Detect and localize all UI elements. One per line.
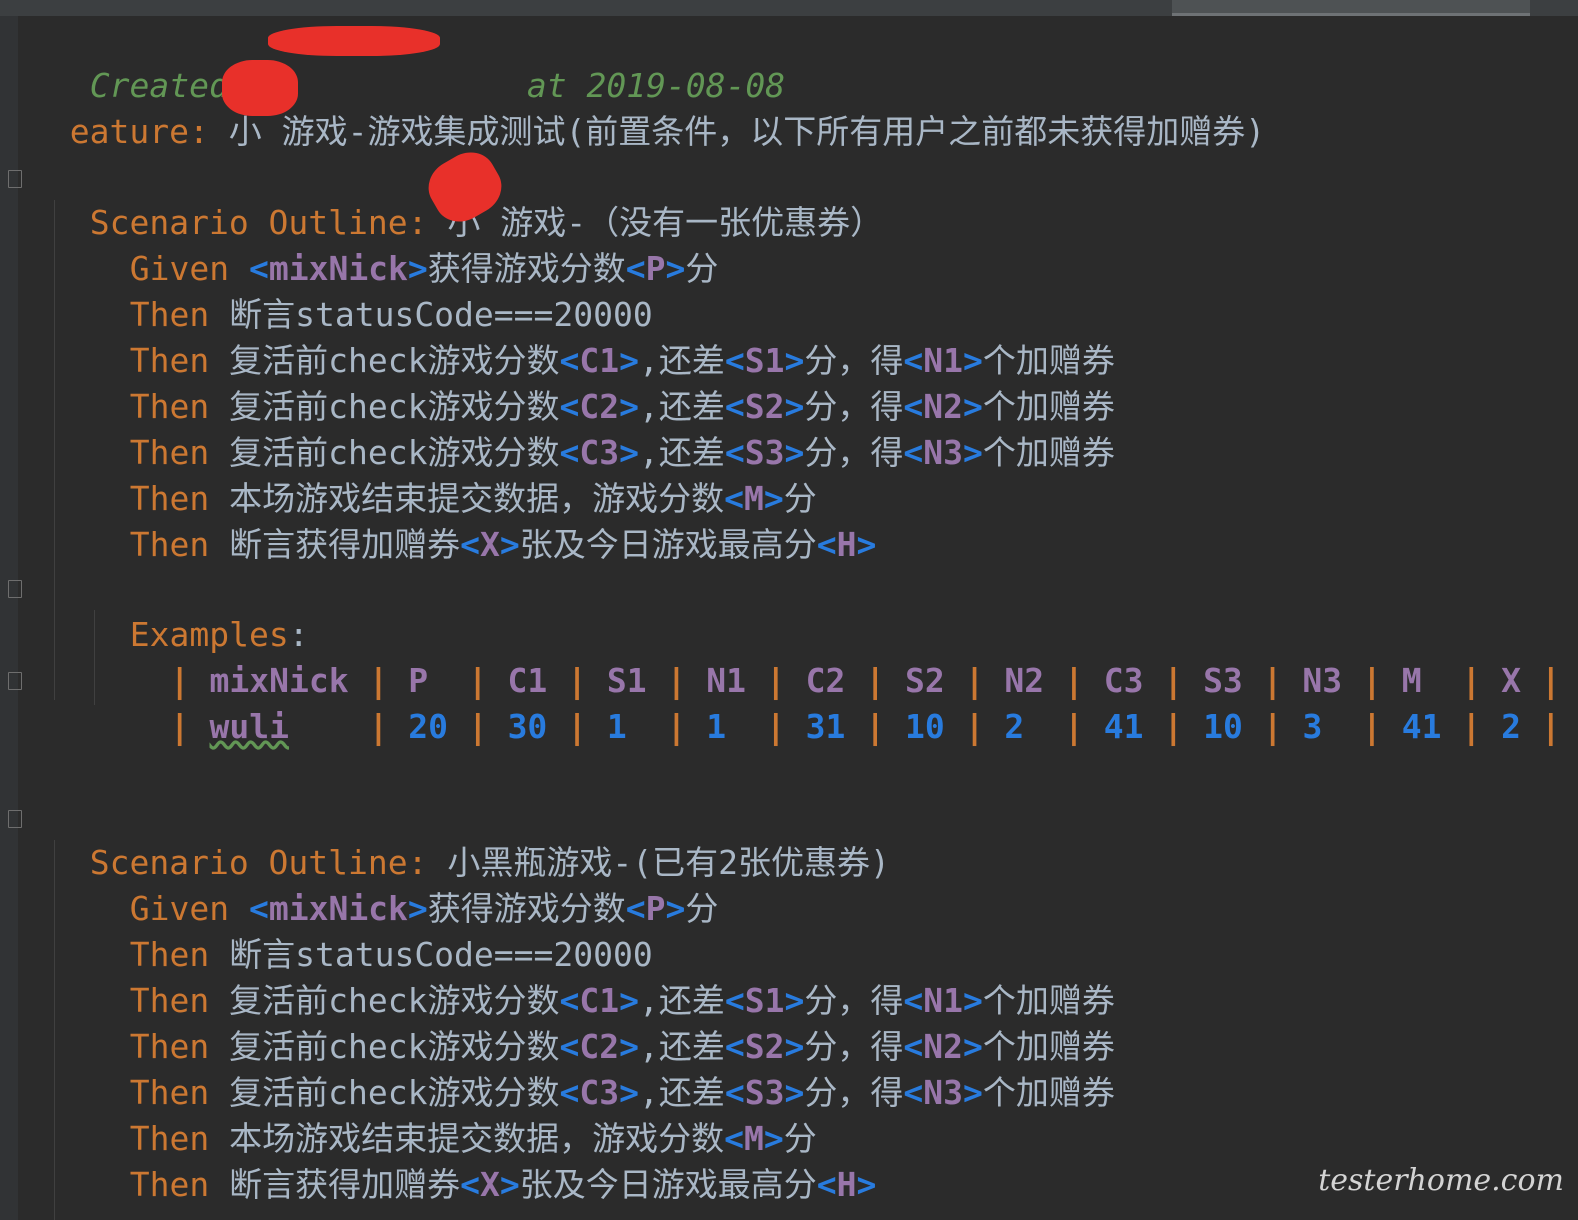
active-tab[interactable] [1172, 0, 1530, 16]
step-then: Then 复活前check游戏分数<C3>,还差<S3>分，得<N3>个加赠券 [129, 433, 1115, 472]
step-then: Then 复活前check游戏分数<C2>,还差<S2>分，得<N2>个加赠券 [129, 387, 1115, 426]
placeholder: N3 [923, 433, 963, 472]
step-then: Then 断言statusCode===20000 [90, 246, 653, 334]
table-cell: 3 [1302, 707, 1323, 746]
step-then: Then 本场游戏结束提交数据，游戏分数<M>分 [129, 1119, 817, 1158]
redaction-mark [222, 60, 298, 116]
step-then: Then 复活前check游戏分数<C3>,还差<S3>分，得<N3>个加赠券 [129, 1073, 1115, 1112]
placeholder: X [479, 1165, 500, 1204]
table-cell: 1 [606, 707, 627, 746]
feature-keyword: eature: [69, 112, 209, 151]
step-then: Then 本场游戏结束提交数据，游戏分数<M>分 [129, 479, 817, 518]
step-text: 张及今日游戏最高分 [519, 525, 817, 564]
table-cell: 31 [805, 707, 846, 746]
feature-text: 小 游戏-游戏集成测试(前置条件，以下所有用户之前都未获得加赠券) [228, 112, 1266, 151]
examples-data-row: | wuli | 20 | 30 | 1 | 1 | 31 | 10 | 2 |… [169, 707, 1578, 746]
bracket: > [665, 249, 686, 288]
feature-line: eature: 小 游戏-游戏集成测试(前置条件，以下所有用户之前都未获得加赠券… [30, 63, 1265, 151]
table-cell: 41 [1401, 707, 1442, 746]
redaction-mark [268, 26, 440, 56]
placeholder: N3 [923, 1073, 963, 1112]
table-cell: 10 [1203, 707, 1243, 746]
table-cell: 41 [1103, 707, 1144, 746]
step-then: Then 复活前check游戏分数<C1>,还差<S1>分，得<N1>个加赠券 [129, 981, 1115, 1020]
step-text: 分，得 [804, 433, 904, 472]
step-text: 分，得 [804, 1073, 904, 1112]
fold-marker-icon[interactable] [8, 672, 22, 690]
step-then: Then 断言获得加赠券<X>张及今日游戏最高分<H> [129, 525, 877, 564]
examples-header-row: | mixNick | P | C1 | S1 | N1 | C2 | S2 |… [169, 661, 1578, 700]
table-cell: 2 [1501, 707, 1522, 746]
indent-guide [54, 200, 55, 700]
fold-marker-icon[interactable] [8, 580, 22, 598]
table-cell: wuli [209, 707, 289, 746]
step-then: Then 复活前check游戏分数<C2>,还差<S2>分，得<N2>个加赠券 [129, 1027, 1115, 1066]
step-text: 分 [685, 889, 719, 928]
table-cell: 10 [905, 707, 945, 746]
step-text: 分 [685, 249, 719, 288]
step-keyword: Then [129, 1165, 210, 1204]
scenario-outline-line: Scenario Outline: 小黑瓶游戏-(已有2张优惠券) [50, 794, 890, 882]
fold-marker-icon[interactable] [8, 810, 22, 828]
step-then: Then 断言statusCode===20000 [90, 886, 653, 974]
step-keyword: Then [129, 525, 210, 564]
table-cell: 1 [706, 707, 727, 746]
table-cell: 20 [408, 707, 448, 746]
step-then: Then 断言获得加赠券<X>张及今日游戏最高分<H> [129, 1165, 877, 1204]
step-text: 断言获得加赠券 [229, 525, 461, 564]
fold-marker-icon[interactable] [8, 170, 22, 188]
indent-guide [54, 840, 55, 1220]
placeholder: X [479, 525, 500, 564]
step-text: 个加赠券 [982, 433, 1115, 472]
editor-gutter [0, 16, 18, 1220]
step-text: 断言获得加赠券 [229, 1165, 461, 1204]
editor-tab-bar [0, 0, 1578, 16]
placeholder: H [836, 525, 857, 564]
table-cell: 2 [1004, 707, 1025, 746]
placeholder: H [836, 1165, 857, 1204]
step-text: 个加赠券 [982, 1073, 1115, 1112]
watermark: testerhome.com [1318, 1163, 1564, 1198]
step-given: Given <mixNick>获得游戏分数<P>分 [90, 200, 719, 288]
step-text: 张及今日游戏最高分 [519, 1165, 817, 1204]
table-cell: 30 [507, 707, 548, 746]
examples-line: Examples: [90, 566, 309, 654]
step-given: Given <mixNick>获得游戏分数<P>分 [129, 889, 719, 928]
step-then: Then 复活前check游戏分数<C1>,还差<S1>分，得<N1>个加赠券 [129, 341, 1115, 380]
